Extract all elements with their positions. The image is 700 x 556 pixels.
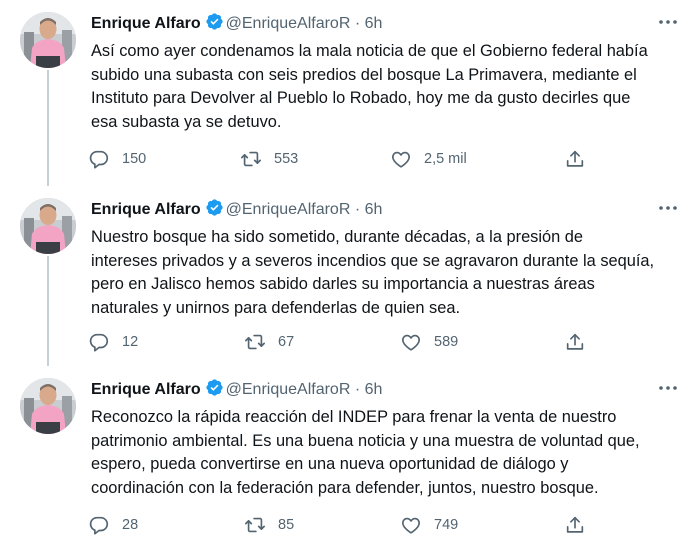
verified-badge-icon	[205, 198, 224, 224]
author-name[interactable]: Enrique Alfaro	[91, 201, 201, 218]
timestamp[interactable]: · 6h	[355, 201, 383, 218]
like-count: 2,5 mil	[424, 151, 467, 167]
author-handle[interactable]: @EnriqueAlfaroR	[226, 15, 351, 32]
retweet-button[interactable]: 85	[244, 512, 294, 538]
reply-button[interactable]: 12	[88, 329, 138, 355]
more-icon[interactable]	[658, 12, 678, 32]
reply-count: 12	[122, 334, 139, 350]
tweet-text-line: coordinación con la federación para defe…	[91, 478, 599, 497]
retweet-button[interactable]: 67	[244, 329, 294, 355]
tweet-text-line: intereses privados y a severos incendios…	[91, 251, 655, 270]
tweet-text-line: esa subasta ya se detuvo.	[91, 112, 282, 131]
tweet-text-line: Reconozco la rápida reacción del INDEP p…	[91, 408, 617, 426]
more-icon[interactable]	[658, 198, 678, 218]
tweet[interactable]: Enrique Alfaro @EnriqueAlfaroR · 6h Así c…	[0, 0, 700, 184]
tweet-text-line: pero en Jalisco hemos sabido darles su i…	[91, 275, 595, 293]
like-count: 589	[434, 334, 459, 350]
tweet-text: Así como ayer condenamos la mala noticia…	[91, 40, 666, 134]
timestamp[interactable]: · 6h	[355, 15, 383, 32]
more-icon[interactable]	[658, 378, 678, 398]
retweet-count: 85	[278, 517, 295, 533]
avatar[interactable]	[20, 378, 76, 434]
avatar-image	[20, 12, 76, 68]
tweet-text-line: naturales y unirnos para defenderlas de …	[91, 298, 461, 317]
tweet[interactable]: Enrique Alfaro @EnriqueAlfaroR · 6h Nuest…	[0, 180, 700, 364]
tweet[interactable]: Enrique Alfaro @EnriqueAlfaroR · 6h Recon…	[0, 360, 700, 552]
tweet-thread: Enrique Alfaro @EnriqueAlfaroR · 6h Así c…	[0, 0, 700, 556]
like-button[interactable]: 749	[400, 512, 458, 538]
thread-connector-line	[47, 70, 49, 184]
thread-connector-line	[47, 256, 49, 364]
reply-icon	[88, 514, 110, 536]
retweet-icon	[244, 331, 266, 353]
tweet-text: Nuestro bosque ha sido sometido, durante…	[91, 226, 666, 320]
author-handle[interactable]: @EnriqueAlfaroR	[226, 381, 351, 398]
tweet-header: Enrique Alfaro @EnriqueAlfaroR · 6h	[91, 378, 382, 400]
like-icon	[390, 148, 412, 170]
reply-button[interactable]: 28	[88, 512, 138, 538]
timestamp[interactable]: · 6h	[355, 381, 383, 398]
share-button[interactable]	[564, 512, 586, 538]
thread-connector-line	[47, 360, 49, 366]
reply-count: 150	[122, 151, 147, 167]
tweet-actions: 150 553 2,5 mil	[88, 146, 608, 172]
avatar-image	[20, 378, 76, 434]
tweet-header: Enrique Alfaro @EnriqueAlfaroR · 6h	[91, 198, 382, 220]
tweet-text-line: espero, pueda convertirse en una nueva o…	[91, 455, 569, 473]
reply-button[interactable]: 150	[88, 146, 146, 172]
like-icon	[400, 514, 422, 536]
reply-icon	[88, 331, 110, 353]
author-handle[interactable]: @EnriqueAlfaroR	[226, 201, 351, 218]
share-icon	[564, 514, 586, 536]
like-button[interactable]: 2,5 mil	[390, 146, 467, 172]
share-icon	[564, 148, 586, 170]
avatar[interactable]	[20, 198, 76, 254]
share-icon	[564, 331, 586, 353]
tweet-text-line: Instituto para Devolver al Pueblo lo Rob…	[91, 89, 631, 107]
share-button[interactable]	[564, 146, 586, 172]
retweet-count: 553	[274, 151, 299, 167]
retweet-icon	[244, 514, 266, 536]
tweet-text: Reconozco la rápida reacción del INDEP p…	[91, 406, 666, 500]
verified-badge-icon	[205, 378, 224, 404]
retweet-button[interactable]: 553	[240, 146, 298, 172]
tweet-text-line: patrimonio ambiental. Es una buena notic…	[91, 431, 640, 450]
avatar[interactable]	[20, 12, 76, 68]
reply-count: 28	[122, 517, 139, 533]
like-icon	[400, 331, 422, 353]
reply-icon	[88, 148, 110, 170]
tweet-text-line: subido una subasta con seis predios del …	[91, 65, 637, 84]
tweet-header: Enrique Alfaro @EnriqueAlfaroR · 6h	[91, 12, 382, 34]
thread-connector-line	[47, 180, 49, 186]
retweet-count: 67	[278, 334, 295, 350]
avatar-image	[20, 198, 76, 254]
author-name[interactable]: Enrique Alfaro	[91, 381, 201, 398]
share-button[interactable]	[564, 329, 586, 355]
tweet-text-line: Nuestro bosque ha sido sometido, durante…	[91, 228, 584, 246]
tweet-text-line: Así como ayer condenamos la mala noticia…	[91, 42, 648, 60]
verified-badge-icon	[205, 12, 224, 38]
tweet-actions: 28 85 749	[88, 512, 608, 538]
author-name[interactable]: Enrique Alfaro	[91, 15, 201, 32]
like-button[interactable]: 589	[400, 329, 458, 355]
tweet-actions: 12 67 589	[88, 329, 608, 355]
retweet-icon	[240, 148, 262, 170]
like-count: 749	[434, 517, 459, 533]
